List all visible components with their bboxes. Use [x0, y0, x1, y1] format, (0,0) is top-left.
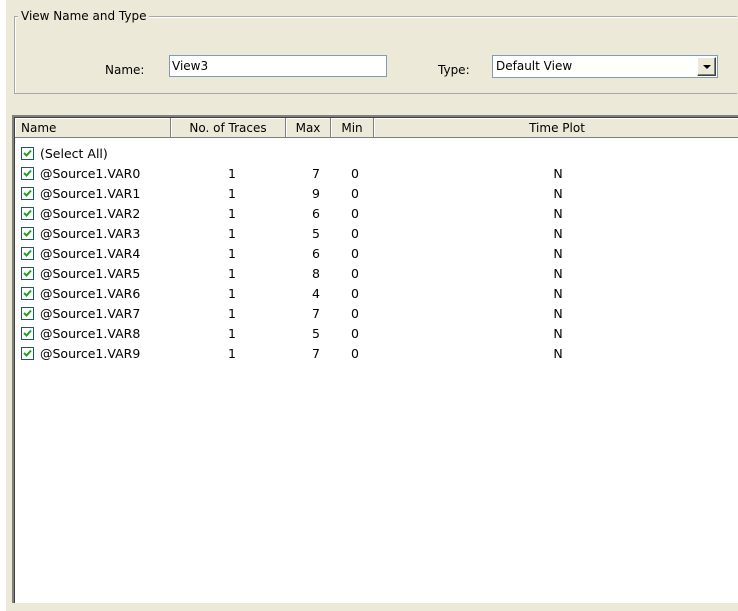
- variable-name: @Source1.VAR8: [40, 326, 141, 341]
- panel-bottom-edge: [12, 603, 738, 611]
- time-plot-value: N: [553, 166, 563, 181]
- time-plot-value: N: [553, 186, 563, 201]
- variable-name: @Source1.VAR4: [40, 246, 141, 261]
- time-plot-value: N: [553, 206, 563, 221]
- max-value: 9: [312, 186, 320, 201]
- type-select[interactable]: Default View: [492, 55, 718, 78]
- trace-count: 1: [228, 186, 236, 201]
- max-value: 7: [312, 346, 320, 361]
- max-value: 7: [312, 306, 320, 321]
- variable-name: @Source1.VAR0: [40, 166, 141, 181]
- checkbox-checked-icon[interactable]: [21, 327, 34, 340]
- column-header-min[interactable]: Min: [331, 118, 374, 138]
- table-row[interactable]: @Source1.VAR3 1 5 0 N: [15, 224, 738, 244]
- time-plot-value: N: [553, 286, 563, 301]
- list-rows: (Select All) @Source1.VAR0 1 7 0 N @Source1.V…: [15, 144, 738, 364]
- time-plot-value: N: [553, 306, 563, 321]
- name-input[interactable]: View3: [169, 55, 387, 77]
- max-value: 5: [312, 226, 320, 241]
- trace-count: 1: [228, 206, 236, 221]
- variable-name: @Source1.VAR6: [40, 286, 141, 301]
- min-value: 0: [351, 346, 359, 361]
- min-value: 0: [351, 266, 359, 281]
- checkbox-checked-icon[interactable]: [21, 207, 34, 220]
- checkbox-checked-icon[interactable]: [21, 167, 34, 180]
- max-value: 6: [312, 246, 320, 261]
- trace-count: 1: [228, 166, 236, 181]
- min-value: 0: [351, 226, 359, 241]
- table-row[interactable]: @Source1.VAR7 1 7 0 N: [15, 304, 738, 324]
- checkbox-checked-icon[interactable]: [21, 287, 34, 300]
- checkbox-checked-icon[interactable]: [21, 347, 34, 360]
- checkbox-checked-icon[interactable]: [21, 147, 34, 160]
- table-row[interactable]: @Source1.VAR0 1 7 0 N: [15, 164, 738, 184]
- group-title: View Name and Type: [18, 8, 150, 24]
- max-value: 4: [312, 286, 320, 301]
- variable-name: @Source1.VAR7: [40, 306, 141, 321]
- column-header-name[interactable]: Name: [15, 118, 171, 138]
- max-value: 5: [312, 326, 320, 341]
- checkbox-checked-icon[interactable]: [21, 307, 34, 320]
- min-value: 0: [351, 186, 359, 201]
- table-row[interactable]: @Source1.VAR5 1 8 0 N: [15, 264, 738, 284]
- table-row[interactable]: @Source1.VAR9 1 7 0 N: [15, 344, 738, 364]
- trace-count: 1: [228, 226, 236, 241]
- select-all-label: (Select All): [40, 146, 108, 161]
- table-row[interactable]: @Source1.VAR4 1 6 0 N: [15, 244, 738, 264]
- time-plot-value: N: [553, 266, 563, 281]
- checkbox-checked-icon[interactable]: [21, 227, 34, 240]
- min-value: 0: [351, 326, 359, 341]
- min-value: 0: [351, 286, 359, 301]
- min-value: 0: [351, 306, 359, 321]
- chevron-down-icon[interactable]: [697, 57, 716, 76]
- type-select-value: Default View: [496, 59, 573, 73]
- table-row[interactable]: @Source1.VAR1 1 9 0 N: [15, 184, 738, 204]
- list-header: Name No. of Traces Max Min Time Plot: [15, 118, 738, 138]
- min-value: 0: [351, 166, 359, 181]
- trace-count: 1: [228, 326, 236, 341]
- table-row[interactable]: @Source1.VAR2 1 6 0 N: [15, 204, 738, 224]
- max-value: 8: [312, 266, 320, 281]
- column-header-max[interactable]: Max: [286, 118, 331, 138]
- max-value: 6: [312, 206, 320, 221]
- trace-count: 1: [228, 306, 236, 321]
- trace-count: 1: [228, 266, 236, 281]
- checkbox-checked-icon[interactable]: [21, 267, 34, 280]
- checkbox-checked-icon[interactable]: [21, 187, 34, 200]
- select-all-row[interactable]: (Select All): [15, 144, 738, 164]
- type-label: Type:: [438, 63, 470, 77]
- column-header-traces[interactable]: No. of Traces: [171, 118, 286, 138]
- trace-count: 1: [228, 346, 236, 361]
- time-plot-value: N: [553, 346, 563, 361]
- max-value: 7: [312, 166, 320, 181]
- variable-name: @Source1.VAR3: [40, 226, 141, 241]
- table-row[interactable]: @Source1.VAR6 1 4 0 N: [15, 284, 738, 304]
- table-row[interactable]: @Source1.VAR8 1 5 0 N: [15, 324, 738, 344]
- variable-name: @Source1.VAR9: [40, 346, 141, 361]
- min-value: 0: [351, 206, 359, 221]
- trace-count: 1: [228, 286, 236, 301]
- variable-name: @Source1.VAR5: [40, 266, 141, 281]
- time-plot-value: N: [553, 326, 563, 341]
- time-plot-value: N: [553, 246, 563, 261]
- variable-name: @Source1.VAR2: [40, 206, 141, 221]
- variables-list[interactable]: Name No. of Traces Max Min Time Plot (Se…: [12, 115, 738, 603]
- time-plot-value: N: [553, 226, 563, 241]
- trace-count: 1: [228, 246, 236, 261]
- min-value: 0: [351, 246, 359, 261]
- checkbox-checked-icon[interactable]: [21, 247, 34, 260]
- name-label: Name:: [105, 63, 145, 77]
- variable-name: @Source1.VAR1: [40, 186, 141, 201]
- column-header-time-plot[interactable]: Time Plot: [374, 118, 738, 138]
